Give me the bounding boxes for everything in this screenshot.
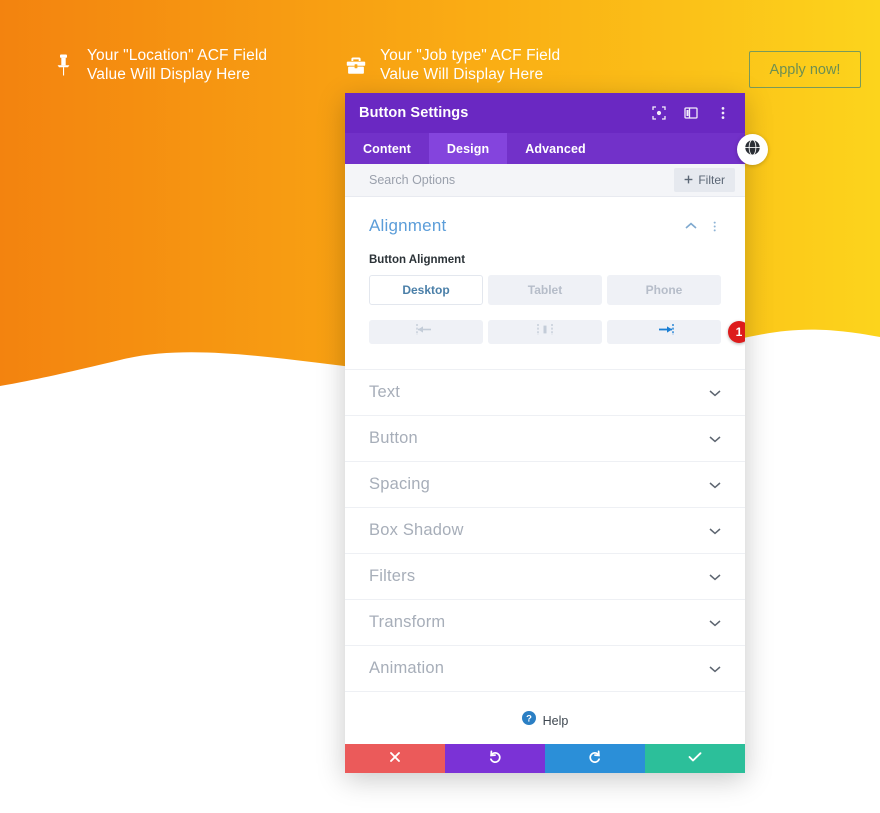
device-toggle-group: Desktop Tablet Phone bbox=[369, 275, 721, 305]
chevron-down-icon bbox=[709, 430, 721, 448]
chevron-down-icon bbox=[709, 522, 721, 540]
more-vertical-icon[interactable] bbox=[708, 220, 721, 233]
search-input[interactable] bbox=[369, 173, 675, 187]
align-left-icon bbox=[415, 323, 437, 341]
section-button[interactable]: Button bbox=[345, 415, 745, 461]
help-row[interactable]: ? Help bbox=[345, 691, 745, 744]
section-box-shadow[interactable]: Box Shadow bbox=[345, 507, 745, 553]
alignment-options-wrapper: 1 bbox=[369, 320, 745, 344]
device-tab-desktop[interactable]: Desktop bbox=[369, 275, 483, 305]
filter-button[interactable]: Filter bbox=[674, 168, 735, 192]
alignment-options-group bbox=[369, 320, 721, 344]
redo-button[interactable] bbox=[545, 744, 645, 773]
globe-button[interactable] bbox=[737, 134, 768, 165]
device-tab-tablet[interactable]: Tablet bbox=[488, 275, 602, 305]
tab-content[interactable]: Content bbox=[345, 133, 429, 164]
svg-text:?: ? bbox=[526, 713, 532, 724]
section-text[interactable]: Text bbox=[345, 369, 745, 415]
section-text-label: Text bbox=[369, 383, 401, 401]
device-tab-phone[interactable]: Phone bbox=[607, 275, 721, 305]
collapsed-sections: Text Button Spacing Box Shadow Filters T… bbox=[345, 369, 745, 691]
modal-body: Alignment Button Alignment Desktop Table… bbox=[345, 197, 745, 744]
filter-button-label: Filter bbox=[698, 173, 725, 187]
briefcase-icon bbox=[345, 52, 367, 78]
pin-icon bbox=[52, 52, 74, 78]
globe-icon bbox=[744, 138, 761, 161]
modal-header: Button Settings bbox=[345, 93, 745, 133]
chevron-down-icon bbox=[709, 660, 721, 678]
step-badge: 1 bbox=[728, 321, 745, 343]
question-circle-icon: ? bbox=[521, 711, 536, 730]
chevron-down-icon bbox=[709, 476, 721, 494]
layout-panel-icon[interactable] bbox=[683, 105, 699, 121]
section-button-label: Button bbox=[369, 429, 418, 447]
check-icon bbox=[688, 751, 702, 766]
apply-now-button[interactable]: Apply now! bbox=[749, 51, 861, 88]
section-spacing-label: Spacing bbox=[369, 475, 431, 493]
undo-button[interactable] bbox=[445, 744, 545, 773]
button-settings-modal: Button Settings Content Design Advanced … bbox=[345, 93, 745, 773]
search-options-row: Filter bbox=[345, 164, 745, 197]
chevron-down-icon bbox=[709, 568, 721, 586]
save-button[interactable] bbox=[645, 744, 745, 773]
cancel-button[interactable] bbox=[345, 744, 445, 773]
align-center-icon bbox=[534, 323, 556, 341]
section-alignment: Alignment Button Alignment Desktop Table… bbox=[345, 197, 745, 344]
plus-icon bbox=[684, 173, 693, 187]
help-label: Help bbox=[542, 713, 569, 728]
modal-title: Button Settings bbox=[359, 105, 469, 121]
section-spacing[interactable]: Spacing bbox=[345, 461, 745, 507]
more-vertical-icon[interactable] bbox=[715, 105, 731, 121]
section-animation[interactable]: Animation bbox=[345, 645, 745, 691]
undo-icon bbox=[488, 750, 502, 767]
redo-icon bbox=[588, 750, 602, 767]
section-transform[interactable]: Transform bbox=[345, 599, 745, 645]
focus-icon[interactable] bbox=[651, 105, 667, 121]
x-icon bbox=[389, 751, 401, 766]
section-filters[interactable]: Filters bbox=[345, 553, 745, 599]
align-right-button[interactable] bbox=[607, 320, 721, 344]
section-box-shadow-label: Box Shadow bbox=[369, 521, 464, 539]
meta-item-jobtype: Your "Job type" ACF Field Value Will Dis… bbox=[345, 46, 560, 84]
section-filters-label: Filters bbox=[369, 567, 416, 585]
section-alignment-title: Alignment bbox=[369, 216, 447, 235]
align-left-button[interactable] bbox=[369, 320, 483, 344]
button-alignment-label: Button Alignment bbox=[369, 254, 466, 266]
modal-footer bbox=[345, 744, 745, 773]
chevron-up-icon[interactable] bbox=[684, 220, 697, 233]
meta-text-jobtype: Your "Job type" ACF Field Value Will Dis… bbox=[380, 47, 561, 83]
chevron-down-icon bbox=[709, 614, 721, 632]
tab-design[interactable]: Design bbox=[428, 133, 508, 164]
meta-text-location: Your "Location" ACF Field Value Will Dis… bbox=[87, 47, 268, 83]
align-center-button[interactable] bbox=[488, 320, 602, 344]
chevron-down-icon bbox=[709, 384, 721, 402]
align-right-icon bbox=[653, 323, 675, 341]
section-alignment-header[interactable]: Alignment bbox=[369, 213, 721, 239]
modal-header-icons bbox=[651, 105, 731, 121]
modal-tabs: Content Design Advanced bbox=[345, 133, 745, 164]
meta-item-location: Your "Location" ACF Field Value Will Dis… bbox=[52, 46, 267, 84]
section-transform-label: Transform bbox=[369, 613, 446, 631]
section-animation-label: Animation bbox=[369, 659, 445, 677]
screen: Your "Location" ACF Field Value Will Dis… bbox=[0, 0, 880, 813]
section-alignment-header-icons bbox=[684, 220, 721, 233]
tab-advanced[interactable]: Advanced bbox=[507, 133, 604, 164]
